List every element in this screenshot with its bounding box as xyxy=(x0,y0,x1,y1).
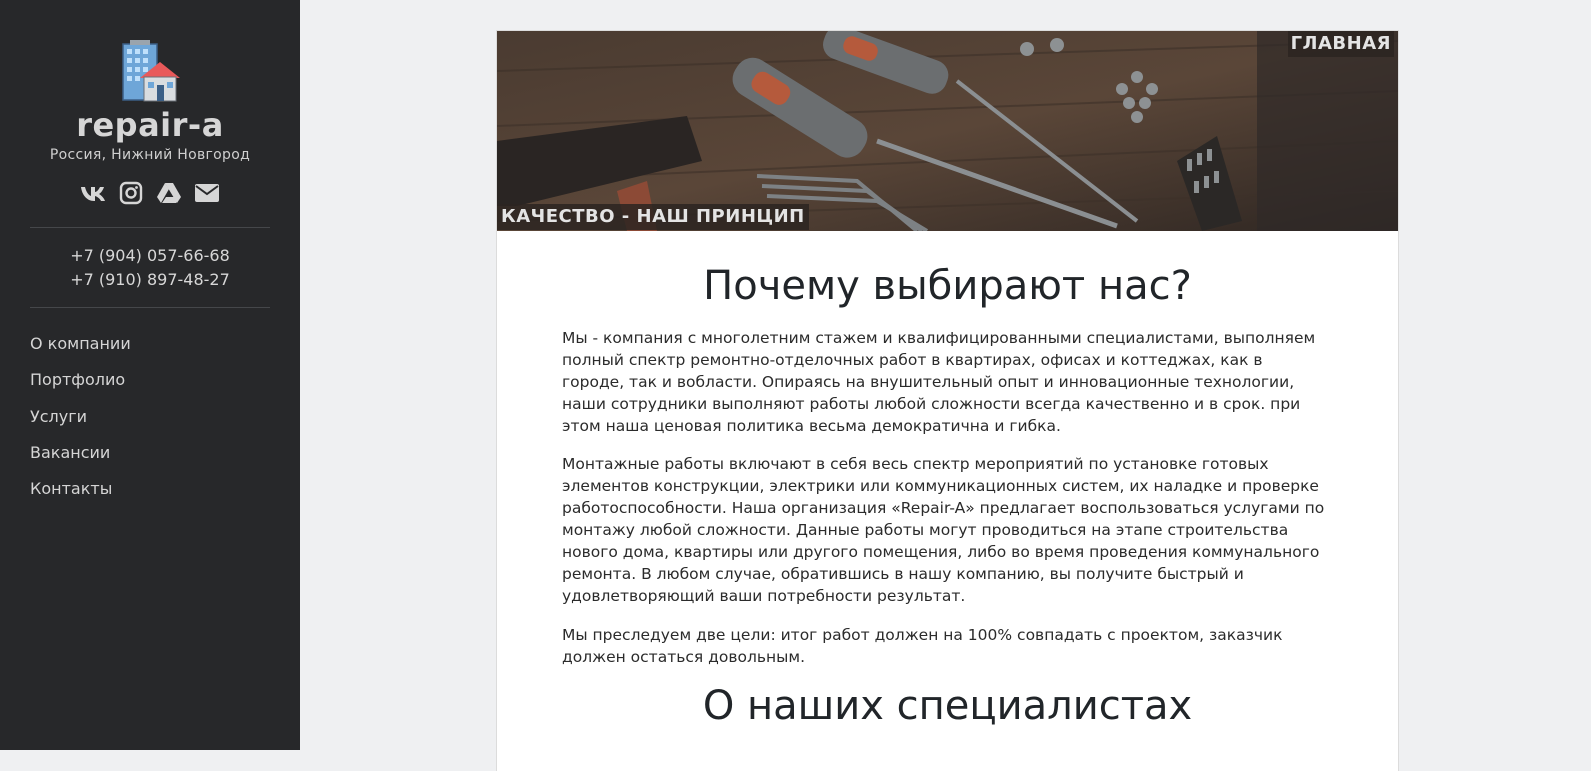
tools-illustration xyxy=(497,31,1398,231)
google-drive-icon[interactable] xyxy=(156,181,182,205)
brand-name[interactable]: repair-a xyxy=(0,106,300,144)
paragraph-goals: Мы преследуем две цели: итог работ долже… xyxy=(562,626,1283,666)
logo-icon[interactable] xyxy=(120,38,182,104)
hero-banner: ГЛАВНАЯ КАЧЕСТВО - НАШ ПРИНЦИП xyxy=(497,31,1398,231)
envelope-icon[interactable] xyxy=(194,181,220,205)
paragraph-installation: Монтажные работы включают в себя весь сп… xyxy=(562,455,1325,605)
phone-number-1[interactable]: +7 (904) 057-66-68 xyxy=(0,246,300,265)
sidebar-item-services[interactable]: Услуги xyxy=(30,407,87,426)
page-title-badge: ГЛАВНАЯ xyxy=(1287,31,1394,57)
location-text: Россия, Нижний Новгород xyxy=(49,147,251,163)
sidebar: repair-a Россия, Нижний Новгород +7 (904… xyxy=(0,0,300,750)
sidebar-divider xyxy=(30,227,270,228)
motto-badge: КАЧЕСТВО - НАШ ПРИНЦИП xyxy=(497,204,809,230)
content-card: ГЛАВНАЯ КАЧЕСТВО - НАШ ПРИНЦИП Почему вы… xyxy=(496,30,1399,771)
sidebar-item-vacancies[interactable]: Вакансии xyxy=(30,443,110,462)
social-links xyxy=(80,180,220,206)
vk-icon[interactable] xyxy=(80,181,106,205)
heading-why-us: Почему выбирают нас? xyxy=(703,263,1192,309)
sidebar-item-about[interactable]: О компании xyxy=(30,334,131,353)
paragraph-about: Мы - компания с многолетним стажем и ква… xyxy=(562,329,1316,435)
sidebar-item-contacts[interactable]: Контакты xyxy=(30,479,112,498)
sidebar-divider xyxy=(30,307,270,308)
sidebar-item-portfolio[interactable]: Портфолио xyxy=(30,370,125,389)
heading-specialists: О наших специалистах xyxy=(702,683,1193,729)
phone-number-2[interactable]: +7 (910) 897-48-27 xyxy=(0,270,300,289)
instagram-icon[interactable] xyxy=(118,181,144,205)
